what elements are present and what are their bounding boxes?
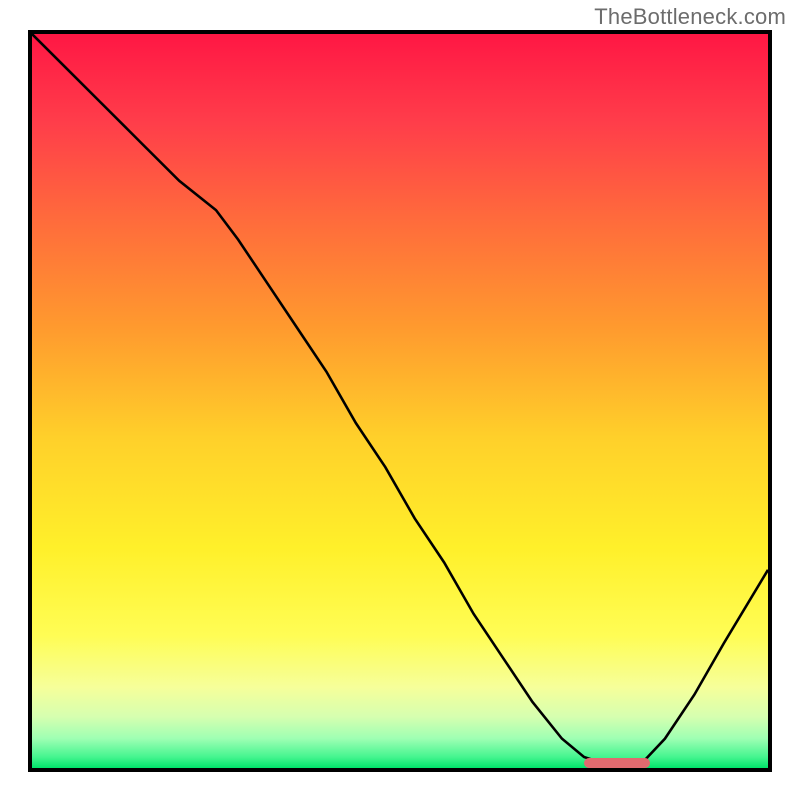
optimal-range-marker [584, 758, 650, 768]
curve-path [32, 34, 768, 764]
bottleneck-curve [32, 34, 768, 768]
chart-container: TheBottleneck.com [0, 0, 800, 800]
plot-area [28, 30, 772, 772]
watermark-text: TheBottleneck.com [594, 4, 786, 30]
